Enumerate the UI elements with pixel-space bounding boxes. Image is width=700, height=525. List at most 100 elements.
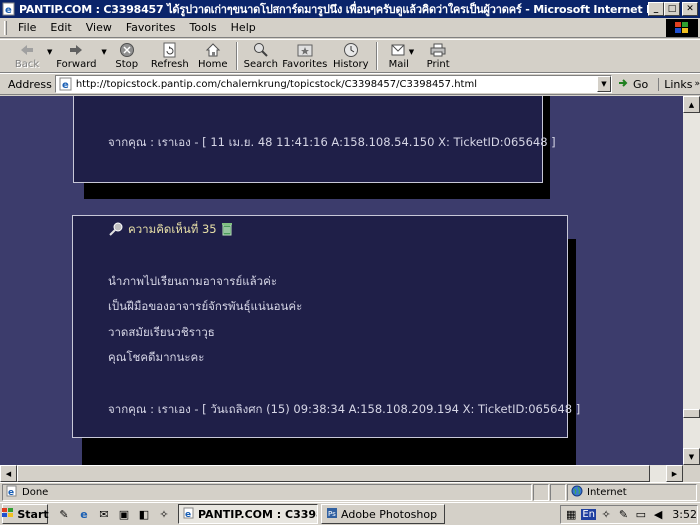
- search-button[interactable]: Search: [241, 40, 281, 72]
- stop-label: Stop: [115, 59, 139, 70]
- title-bar: e PANTIP.COM : C3398457 ได้รูปวาดเก่าๆขน…: [0, 0, 700, 18]
- tray-edit-icon[interactable]: ✎: [616, 507, 630, 523]
- media-icon[interactable]: ◧: [136, 506, 152, 522]
- menubar-grip[interactable]: [4, 20, 7, 35]
- start-button[interactable]: Start: [2, 504, 49, 524]
- prev-comment-footer: จากคุณ : เราเอง - [ 11 เม.ย. 48 11:41:16…: [108, 135, 556, 149]
- task-photoshop[interactable]: Ps Adobe Photoshop: [321, 504, 445, 524]
- vertical-scrollbar[interactable]: ▲ ▼: [683, 96, 700, 482]
- stop-icon: [119, 41, 135, 58]
- ie-page-icon: e: [183, 507, 195, 522]
- chevron-right-icon: »: [694, 79, 700, 89]
- status-text-pane: e Done: [2, 484, 532, 501]
- svg-text:e: e: [8, 488, 14, 497]
- photoshop-icon: Ps: [326, 507, 338, 522]
- tool-icon[interactable]: ✧: [156, 506, 172, 522]
- menu-help[interactable]: Help: [224, 21, 263, 34]
- mail-icon: [391, 41, 407, 58]
- minimize-icon: _: [653, 3, 659, 14]
- scroll-down-button[interactable]: ▼: [683, 448, 700, 465]
- clock[interactable]: 3:52: [672, 508, 697, 521]
- tray-app-icon[interactable]: ▦: [564, 507, 578, 523]
- monitor-icon[interactable]: ▭: [634, 507, 648, 523]
- zone-label: Internet: [587, 487, 627, 498]
- go-button[interactable]: Go: [618, 77, 648, 92]
- search-label: Search: [243, 59, 278, 70]
- stop-button[interactable]: Stop: [107, 40, 147, 72]
- go-label: Go: [632, 77, 649, 91]
- go-arrow-icon: [618, 77, 630, 92]
- svg-text:e: e: [5, 5, 12, 16]
- mail-dropdown-icon[interactable]: ▼: [409, 48, 414, 56]
- svg-text:Ps: Ps: [328, 510, 336, 518]
- comment-line: คุณโชคดีมากนะคะ: [108, 350, 205, 364]
- maximize-icon: □: [667, 3, 677, 14]
- search-icon: [253, 41, 269, 58]
- svg-text:e: e: [185, 510, 191, 519]
- maximize-button[interactable]: □: [664, 2, 680, 16]
- window-title: PANTIP.COM : C3398457 ได้รูปวาดเก่าๆขนาด…: [19, 3, 648, 16]
- printer-icon: [430, 41, 446, 58]
- scroll-right-button[interactable]: ▶: [666, 465, 683, 482]
- down-arrow-icon: ▼: [688, 452, 695, 461]
- standard-toolbar: Back ▼ Forward ▼ Stop Refresh Home Searc…: [0, 39, 700, 73]
- quick-launch: ✎ e ✉ ▣ ◧ ✧: [56, 506, 172, 522]
- menu-file[interactable]: File: [11, 21, 43, 34]
- toolbar-separator: [235, 42, 238, 70]
- forward-arrow-icon: [68, 41, 84, 58]
- minimize-button[interactable]: _: [648, 2, 664, 16]
- globe-icon: [571, 485, 583, 500]
- pencil-icon[interactable]: ✎: [56, 506, 72, 522]
- home-button[interactable]: Home: [193, 40, 233, 72]
- home-label: Home: [198, 59, 228, 70]
- scroll-up-button[interactable]: ▲: [683, 96, 700, 113]
- menu-edit[interactable]: Edit: [43, 21, 78, 34]
- print-label: Print: [426, 59, 450, 70]
- language-indicator[interactable]: En: [581, 509, 596, 520]
- menu-favorites[interactable]: Favorites: [119, 21, 183, 34]
- refresh-icon: [163, 41, 177, 58]
- ie-page-icon: e: [59, 77, 73, 91]
- outlook-icon[interactable]: ✉: [96, 506, 112, 522]
- status-bar: e Done Internet: [0, 482, 700, 502]
- left-arrow-icon: ◀: [5, 469, 12, 478]
- refresh-button[interactable]: Refresh: [147, 40, 193, 72]
- magnifier-icon[interactable]: [109, 222, 124, 239]
- scroll-left-button[interactable]: ◀: [0, 465, 17, 482]
- status-text: Done: [22, 487, 49, 498]
- forward-button[interactable]: Forward: [52, 40, 100, 72]
- taskbar: Start ✎ e ✉ ▣ ◧ ✧ e PANTIP.COM : C3398..…: [0, 502, 700, 525]
- ie-icon[interactable]: e: [76, 506, 92, 522]
- print-button[interactable]: Print: [420, 40, 456, 72]
- menu-bar: File Edit View Favorites Tools Help: [0, 18, 700, 38]
- toolbar-separator: [375, 42, 378, 70]
- back-button[interactable]: Back: [8, 40, 46, 72]
- page-content: จากคุณ : เราเอง - [ 11 เม.ย. 48 11:41:16…: [0, 96, 683, 482]
- close-button[interactable]: ✕: [682, 2, 698, 16]
- mail-button[interactable]: Mail: [381, 40, 417, 72]
- task-ie[interactable]: e PANTIP.COM : C3398...: [178, 504, 318, 524]
- horizontal-scrollbar[interactable]: ◀ ▶: [0, 465, 683, 482]
- scroll-thumb[interactable]: [683, 409, 700, 418]
- links-button[interactable]: Links »: [658, 77, 700, 91]
- address-label: Address: [8, 77, 52, 91]
- status-pane: [533, 484, 549, 501]
- svg-text:e: e: [62, 80, 69, 91]
- desktop-icon[interactable]: ▣: [116, 506, 132, 522]
- address-dropdown-icon[interactable]: ▼: [596, 76, 611, 92]
- hscroll-thumb[interactable]: [17, 465, 650, 482]
- mail-label: Mail: [388, 59, 409, 70]
- menu-view[interactable]: View: [79, 21, 119, 34]
- close-icon: ✕: [686, 3, 694, 14]
- address-input[interactable]: e http://topicstock.pantip.com/chalernkr…: [54, 75, 612, 93]
- favorites-button[interactable]: Favorites: [281, 40, 329, 72]
- task-label: PANTIP.COM : C3398...: [198, 507, 317, 521]
- ie-page-icon: e: [2, 2, 16, 16]
- tray-tool-icon[interactable]: ✧: [599, 507, 613, 523]
- security-zone-pane: Internet: [567, 484, 697, 501]
- trash-icon[interactable]: [221, 222, 233, 239]
- history-button[interactable]: History: [329, 40, 373, 72]
- menu-tools[interactable]: Tools: [183, 21, 224, 34]
- volume-icon[interactable]: ◀: [651, 507, 665, 523]
- windows-logo-icon: [666, 19, 698, 37]
